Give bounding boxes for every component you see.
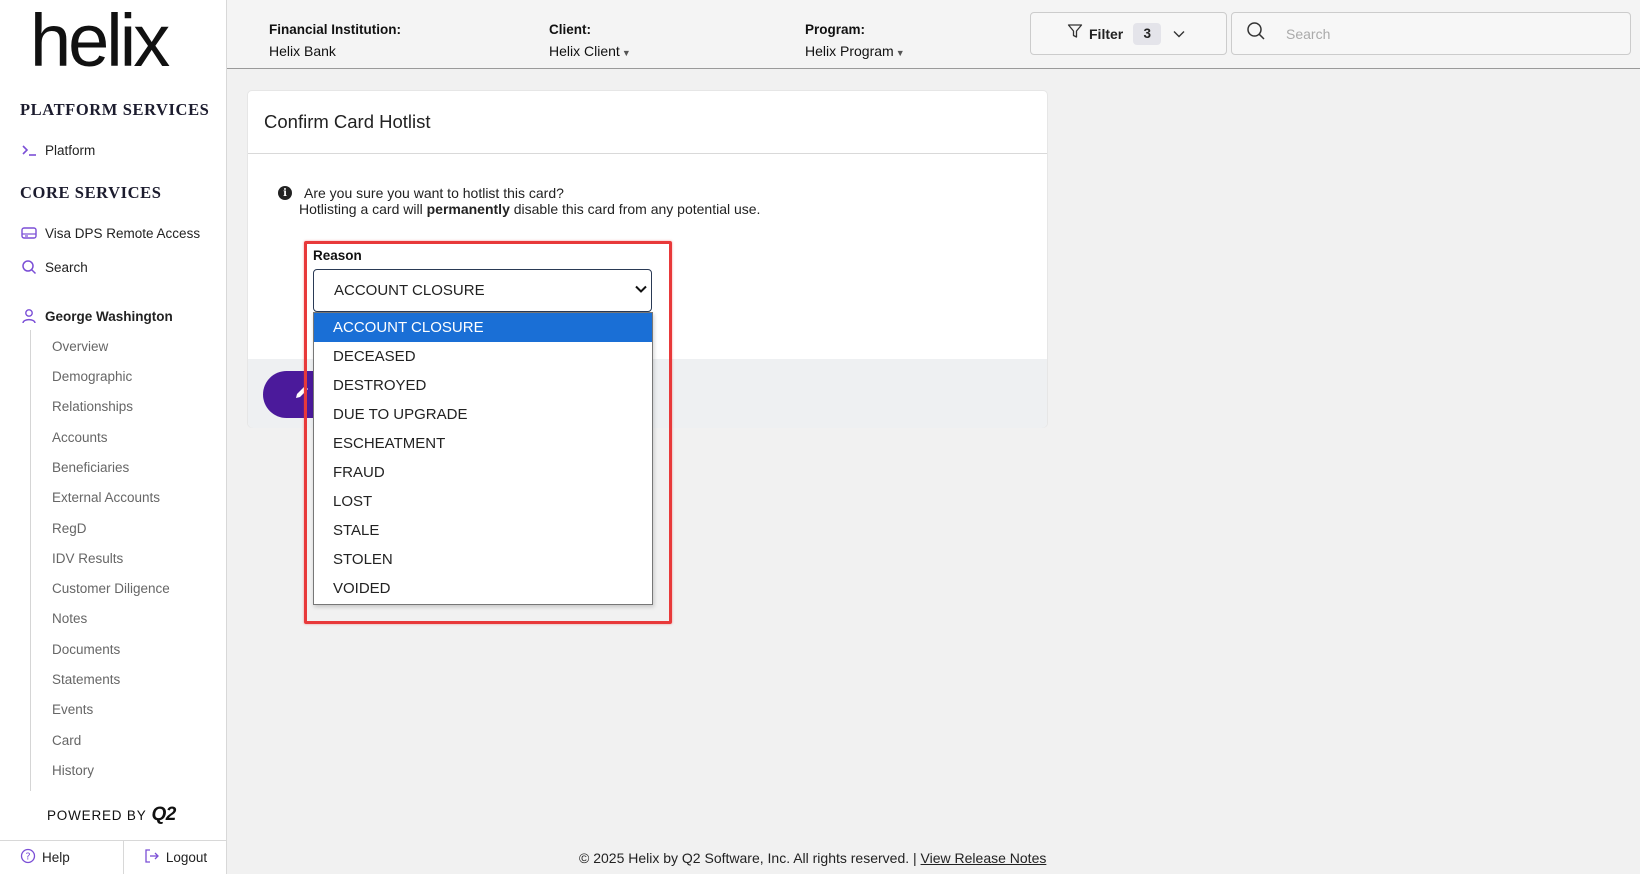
sidebar-footer: ? Help Logout <box>0 840 227 874</box>
program-value: Helix Program <box>805 43 894 59</box>
reason-option[interactable]: DESTROYED <box>314 371 652 400</box>
search-icon <box>1246 21 1266 46</box>
client-label: Client: <box>549 22 591 37</box>
search-input[interactable] <box>1286 25 1616 42</box>
release-notes-link[interactable]: View Release Notes <box>921 850 1047 866</box>
logout-icon <box>144 848 160 868</box>
reason-option[interactable]: LOST <box>314 487 652 516</box>
fi-value: Helix Bank <box>269 43 336 59</box>
card-reader-icon <box>20 224 38 242</box>
reason-dropdown-list: ACCOUNT CLOSURE DECEASED DESTROYED DUE T… <box>313 312 653 605</box>
help-label: Help <box>42 850 70 865</box>
caret-down-icon: ▼ <box>621 48 631 58</box>
financial-institution-context: Financial Institution: Helix Bank <box>269 22 401 59</box>
subnav-demographic[interactable]: Demographic <box>52 369 132 384</box>
person-name: George Washington <box>45 308 173 324</box>
subnav-overview[interactable]: Overview <box>52 339 108 354</box>
q2-logo: Q2 <box>151 804 177 825</box>
search-icon <box>20 258 38 276</box>
subnav-history[interactable]: History <box>52 763 94 778</box>
terminal-icon <box>20 141 38 159</box>
subnav-accounts[interactable]: Accounts <box>52 430 108 445</box>
fi-label: Financial Institution: <box>269 22 401 37</box>
sidebar-item-label: Visa DPS Remote Access <box>45 225 201 241</box>
subnav-relationships[interactable]: Relationships <box>52 399 133 414</box>
program-label: Program: <box>805 22 866 37</box>
program-context: Program: Helix Program ▼ <box>805 22 905 59</box>
global-search <box>1231 12 1631 55</box>
filter-button[interactable]: Filter 3 <box>1030 12 1227 55</box>
reason-option[interactable]: DECEASED <box>314 342 652 371</box>
user-icon <box>20 307 38 325</box>
reason-label: Reason <box>313 248 362 263</box>
copyright-text: © 2025 Helix by Q2 Software, Inc. All ri… <box>579 850 921 866</box>
filter-count-badge: 3 <box>1133 22 1162 45</box>
subnav-customer-diligence[interactable]: Customer Diligence <box>52 581 170 596</box>
sidebar: helix PLATFORM SERVICES Platform CORE SE… <box>0 0 227 874</box>
reason-option[interactable]: FRAUD <box>314 458 652 487</box>
chevron-down-icon <box>1173 25 1185 43</box>
subnav-external-accounts[interactable]: External Accounts <box>52 490 160 505</box>
help-icon: ? <box>20 848 36 868</box>
sidebar-item-label: Search <box>45 259 88 275</box>
hotlist-warning: Hotlisting a card will permanently disab… <box>299 201 761 217</box>
helix-logo[interactable]: helix <box>30 4 170 78</box>
subnav-idv-results[interactable]: IDV Results <box>52 551 123 566</box>
filter-icon <box>1067 23 1083 44</box>
subnav-notes[interactable]: Notes <box>52 611 87 626</box>
subnav-statements[interactable]: Statements <box>52 672 120 687</box>
pencil-icon <box>293 383 311 406</box>
reason-option[interactable]: ESCHEATMENT <box>314 429 652 458</box>
sidebar-item-visa-dps[interactable]: Visa DPS Remote Access <box>20 224 200 242</box>
divider <box>248 153 1047 154</box>
powered-by-q2: POWERED BY Q2 <box>47 804 176 826</box>
sidebar-item-search[interactable]: Search <box>20 258 88 276</box>
subnav-documents[interactable]: Documents <box>52 642 120 657</box>
reason-option[interactable]: VOIDED <box>314 574 652 603</box>
reason-option[interactable]: ACCOUNT CLOSURE <box>314 313 652 342</box>
reason-selected-value: ACCOUNT CLOSURE <box>334 282 485 299</box>
sidebar-item-person[interactable]: George Washington <box>20 307 173 325</box>
reason-option[interactable]: STOLEN <box>314 545 652 574</box>
warning-emphasis: permanently <box>426 201 510 217</box>
client-context: Client: Helix Client ▼ <box>549 22 631 59</box>
chevron-down-icon <box>635 284 647 296</box>
info-icon: i <box>278 186 292 200</box>
subnav-regd[interactable]: RegD <box>52 521 87 536</box>
top-bar: Financial Institution: Helix Bank Client… <box>227 0 1640 69</box>
platform-services-title: PLATFORM SERVICES <box>20 100 210 119</box>
core-services-title: CORE SERVICES <box>20 183 162 202</box>
card-title: Confirm Card Hotlist <box>264 111 431 132</box>
reason-option[interactable]: STALE <box>314 516 652 545</box>
svg-text:?: ? <box>25 851 30 862</box>
customer-subnav: Overview Demographic Relationships Accou… <box>30 330 220 791</box>
sidebar-item-platform[interactable]: Platform <box>20 141 95 159</box>
logout-button[interactable]: Logout <box>124 841 227 874</box>
sidebar-item-label: Platform <box>45 142 96 158</box>
subnav-events[interactable]: Events <box>52 702 93 717</box>
subnav-card[interactable]: Card <box>52 733 81 748</box>
reason-select[interactable]: ACCOUNT CLOSURE <box>313 269 652 312</box>
logout-label: Logout <box>165 850 208 865</box>
client-value: Helix Client <box>549 43 620 59</box>
caret-down-icon: ▼ <box>895 48 905 58</box>
help-button[interactable]: ? Help <box>0 841 124 874</box>
reason-option[interactable]: DUE TO UPGRADE <box>314 400 652 429</box>
powered-by-text: POWERED BY <box>47 807 147 823</box>
program-selector[interactable]: Helix Program ▼ <box>805 43 905 59</box>
filter-label: Filter <box>1089 25 1124 42</box>
subnav-beneficiaries[interactable]: Beneficiaries <box>52 460 129 475</box>
client-selector[interactable]: Helix Client ▼ <box>549 43 631 59</box>
confirm-question: Are you sure you want to hotlist this ca… <box>304 185 564 201</box>
page-footer: © 2025 Helix by Q2 Software, Inc. All ri… <box>579 850 1046 866</box>
